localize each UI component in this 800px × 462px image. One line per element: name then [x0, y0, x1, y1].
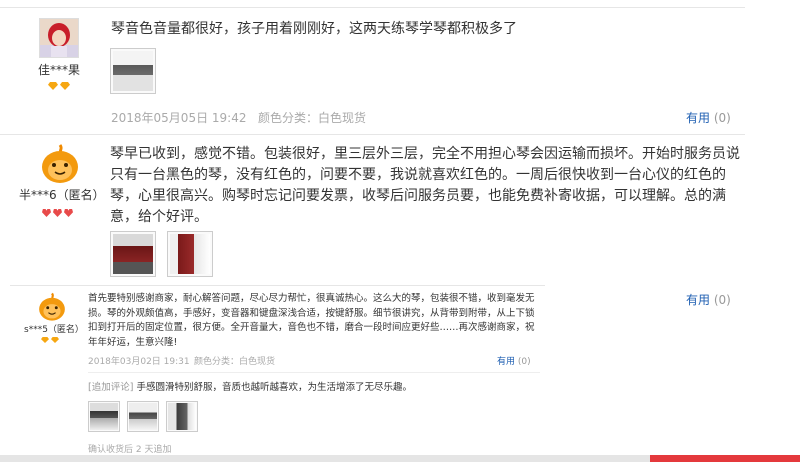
append-divider	[88, 372, 540, 373]
review-photo[interactable]	[110, 231, 156, 277]
review-color-variant: 颜色分类：白色现货	[258, 111, 367, 125]
heart-icon	[42, 209, 51, 217]
review-date: 2018年05月05日 19:42	[111, 111, 247, 125]
bottom-scrollbar[interactable]	[0, 455, 800, 462]
review-divider	[0, 134, 745, 135]
review-photo[interactable]	[110, 48, 156, 94]
useful-count: (0)	[713, 293, 731, 307]
review-text: 首先要特别感谢商家，耐心解答问题，尽心尽力帮忙，很真诚热心。这么大的琴，包装很不…	[88, 293, 535, 348]
diamond-icon	[51, 337, 59, 343]
review-photo[interactable]	[166, 401, 198, 432]
review-photo[interactable]	[167, 231, 213, 277]
useful-label[interactable]: 有用	[497, 357, 515, 367]
bottom-accent-bar	[650, 455, 800, 462]
review-photo[interactable]	[88, 401, 120, 432]
reviewer-name: s***5（匿名）	[24, 325, 84, 335]
useful-label[interactable]: 有用	[686, 293, 710, 307]
review-divider	[10, 285, 545, 286]
useful-label[interactable]: 有用	[686, 111, 710, 125]
append-text: 手感圆滑特别舒服，音质也越听越喜欢，为生活增添了无尽乐趣。	[136, 382, 412, 393]
review-color-variant: 颜色分类：白色现货	[194, 357, 276, 367]
review-photo[interactable]	[127, 401, 159, 432]
useful-count: (0)	[517, 357, 531, 367]
diamond-icon	[48, 82, 58, 90]
review-text: 琴音色音量都很好，孩子用着刚刚好，这两天练琴学琴都积极多了	[111, 21, 517, 37]
append-comment: [追加评论] 手感圆滑特别舒服，音质也越听越喜欢，为生活增添了无尽乐趣。	[88, 379, 412, 393]
avatar	[39, 18, 79, 58]
reviewer-name: 佳***果	[38, 63, 81, 77]
useful-button[interactable]: 有用 (0)	[686, 291, 731, 308]
reviewer-name: 半***6（匿名）	[19, 188, 105, 202]
append-timing: 确认收货后 2 天追加	[88, 445, 172, 455]
diamond-icon	[41, 337, 49, 343]
reviewer-level-badges	[48, 82, 70, 90]
reviewer-level-badges	[42, 209, 73, 217]
useful-count: (0)	[713, 111, 731, 125]
avatar	[39, 143, 81, 185]
review-date: 2018年03月02日 19:31	[88, 357, 190, 367]
useful-button[interactable]: 有用 (0)	[497, 354, 531, 367]
useful-button[interactable]: 有用 (0)	[686, 109, 731, 126]
heart-icon	[64, 209, 73, 217]
heart-icon	[53, 209, 62, 217]
avatar	[37, 292, 67, 322]
review-divider	[0, 7, 745, 8]
append-label: [追加评论]	[88, 382, 134, 393]
diamond-icon	[60, 82, 70, 90]
review-text: 琴早已收到，感觉不错。包装很好，里三层外三层，完全不用担心琴会因运输而损坏。开始…	[110, 146, 740, 225]
reviewer-level-badges	[41, 337, 59, 343]
